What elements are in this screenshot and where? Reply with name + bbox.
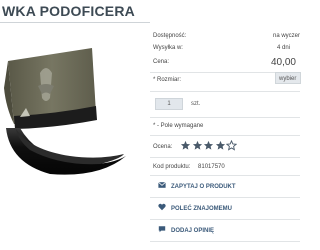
- product-code-label: Kod produktu:: [153, 164, 191, 170]
- availability-value: na wyczer: [272, 33, 300, 39]
- product-title: WKA PODOFICERA: [2, 3, 135, 19]
- divider: [150, 135, 300, 136]
- add-review-button[interactable]: DODAJ OPINIĘ: [152, 223, 300, 239]
- ask-question-label: ZAPYTAJ O PRODUKT: [171, 184, 236, 190]
- heart-icon: [158, 203, 166, 211]
- divider: [150, 197, 300, 198]
- price-row: Cena: 40,00: [153, 57, 300, 68]
- recommend-button[interactable]: POLEĆ ZNAJOMEMU: [152, 201, 300, 217]
- quantity-unit: szt.: [191, 101, 201, 107]
- recommend-label: POLEĆ ZNAJOMEMU: [171, 206, 233, 212]
- star-filled-icon[interactable]: [215, 140, 226, 151]
- quantity-input[interactable]: 1: [155, 98, 183, 110]
- divider: [150, 219, 300, 220]
- divider: [150, 175, 300, 176]
- star-filled-icon[interactable]: [192, 140, 203, 151]
- star-empty-icon[interactable]: [226, 140, 237, 151]
- title-divider: [0, 22, 150, 23]
- star-filled-icon[interactable]: [180, 140, 191, 151]
- product-details-panel: Dostępność: na wyczer Wysyłka w: 4 dni C…: [150, 28, 301, 250]
- add-review-label: DODAJ OPINIĘ: [171, 228, 215, 234]
- product-code-row: Kod produktu: 81017570: [153, 164, 300, 170]
- size-label: * Rozmiar:: [153, 77, 182, 83]
- price-value: 40,00: [270, 57, 296, 68]
- product-code-value: 81017570: [198, 164, 225, 170]
- price-label: Cena:: [153, 59, 170, 65]
- size-select-value: wybier: [279, 76, 297, 82]
- divider: [150, 117, 300, 118]
- speech-bubble-icon: [158, 226, 166, 233]
- shipping-row: Wysyłka w: 4 dni: [153, 45, 300, 51]
- shipping-value: 4 dni: [276, 45, 290, 51]
- availability-row: Dostępność: na wyczer: [153, 33, 300, 39]
- ask-question-button[interactable]: ZAPYTAJ O PRODUKT: [152, 179, 300, 195]
- size-select[interactable]: wybier: [275, 72, 301, 84]
- divider: [150, 157, 300, 158]
- divider: [150, 91, 300, 92]
- star-filled-icon[interactable]: [203, 140, 214, 151]
- military-cap-image: [4, 48, 126, 175]
- shipping-label: Wysyłka w:: [153, 45, 183, 51]
- availability-label: Dostępność:: [153, 33, 187, 39]
- quantity-value: 1: [167, 101, 171, 107]
- divider: [150, 241, 300, 242]
- required-note: * - Pole wymagane: [153, 123, 204, 129]
- product-image[interactable]: [0, 28, 148, 178]
- rating-stars[interactable]: [180, 140, 238, 151]
- envelope-icon: [158, 181, 166, 188]
